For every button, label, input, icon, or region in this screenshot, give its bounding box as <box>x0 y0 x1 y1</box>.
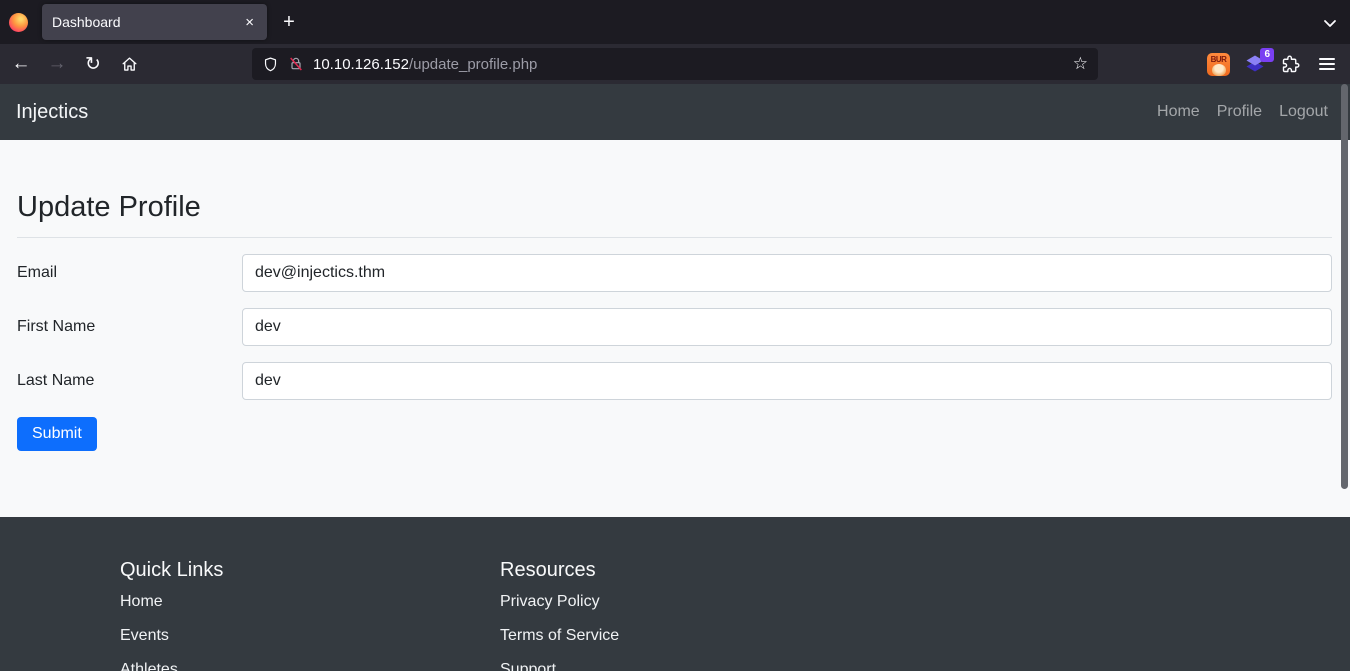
forward-button[interactable]: → <box>42 50 72 78</box>
main-content: Update Profile Email First Name Last Nam… <box>0 190 1350 451</box>
footer-link-events[interactable]: Events <box>120 626 223 646</box>
site-navbar: Injectics Home Profile Logout <box>0 84 1350 140</box>
proxy-icon: BUR <box>1207 53 1230 76</box>
divider <box>17 237 1332 238</box>
update-profile-form: Email First Name Last Name Submit <box>17 254 1332 451</box>
list-item: Home <box>120 592 223 612</box>
footer-link-list: Home Events Athletes <box>120 592 223 671</box>
url-text[interactable]: 10.10.126.152/update_profile.php <box>313 56 537 73</box>
list-item: Privacy Policy <box>500 592 619 612</box>
reload-button[interactable]: ↻ <box>78 50 108 78</box>
form-row-email: Email <box>17 254 1332 292</box>
page-viewport: Injectics Home Profile Logout Update Pro… <box>0 84 1350 671</box>
nav-link-home[interactable]: Home <box>1157 103 1200 121</box>
footer-resources-column: Resources Privacy Policy Terms of Servic… <box>500 517 619 671</box>
shield-icon[interactable] <box>262 56 279 73</box>
extensions-puzzle-icon[interactable] <box>1277 51 1304 78</box>
email-label: Email <box>17 264 242 282</box>
footer-heading-quick-links: Quick Links <box>120 558 223 582</box>
menu-icon[interactable] <box>1313 51 1340 78</box>
scrollbar-thumb[interactable] <box>1341 84 1348 489</box>
first-name-label: First Name <box>17 318 242 336</box>
browser-tab-bar: Dashboard × + <box>0 0 1350 44</box>
home-button[interactable] <box>114 50 144 78</box>
footer-heading-resources: Resources <box>500 558 619 582</box>
back-button[interactable]: ← <box>6 50 36 78</box>
footer-link-athletes[interactable]: Athletes <box>120 660 223 671</box>
navbar-links: Home Profile Logout <box>1157 103 1328 121</box>
footer-link-home[interactable]: Home <box>120 592 223 612</box>
insecure-lock-icon[interactable] <box>288 56 304 72</box>
list-item: Events <box>120 626 223 646</box>
page-title: Update Profile <box>17 190 1332 224</box>
proxy-pattern-label: BUR <box>1207 55 1230 64</box>
nav-link-logout[interactable]: Logout <box>1279 103 1328 121</box>
layers-extension-icon[interactable]: 6 <box>1241 51 1268 78</box>
footer-link-support[interactable]: Support <box>500 660 619 671</box>
firefox-icon[interactable] <box>9 13 28 32</box>
new-tab-button[interactable]: + <box>277 10 301 34</box>
foxyproxy-extension-icon[interactable]: BUR <box>1205 51 1232 78</box>
chevron-down-icon[interactable] <box>1318 11 1342 35</box>
form-row-first-name: First Name <box>17 308 1332 346</box>
address-bar[interactable]: 10.10.126.152/update_profile.php ☆ <box>252 48 1098 80</box>
last-name-label: Last Name <box>17 372 242 390</box>
footer-link-terms-of-service[interactable]: Terms of Service <box>500 626 619 646</box>
footer-quick-links-column: Quick Links Home Events Athletes <box>120 517 223 671</box>
list-item: Terms of Service <box>500 626 619 646</box>
footer-link-list: Privacy Policy Terms of Service Support <box>500 592 619 671</box>
submit-button[interactable]: Submit <box>17 417 97 451</box>
url-host: 10.10.126.152 <box>313 56 409 73</box>
list-item: Support <box>500 660 619 671</box>
site-footer: Quick Links Home Events Athletes Resourc… <box>0 517 1350 671</box>
extension-badge: 6 <box>1260 48 1274 62</box>
browser-tab[interactable]: Dashboard × <box>42 4 267 40</box>
email-field[interactable] <box>242 254 1332 292</box>
list-item: Athletes <box>120 660 223 671</box>
brand-link[interactable]: Injectics <box>16 101 88 124</box>
url-path: /update_profile.php <box>409 56 537 73</box>
last-name-field[interactable] <box>242 362 1332 400</box>
close-icon[interactable]: × <box>242 14 257 31</box>
bookmark-star-icon[interactable]: ☆ <box>1073 54 1088 74</box>
form-row-last-name: Last Name <box>17 362 1332 400</box>
toolbar-extensions: BUR 6 <box>1205 44 1344 84</box>
fox-face-icon <box>1212 64 1226 76</box>
nav-link-profile[interactable]: Profile <box>1217 103 1262 121</box>
footer-link-privacy-policy[interactable]: Privacy Policy <box>500 592 619 612</box>
tab-title: Dashboard <box>52 14 242 30</box>
first-name-field[interactable] <box>242 308 1332 346</box>
